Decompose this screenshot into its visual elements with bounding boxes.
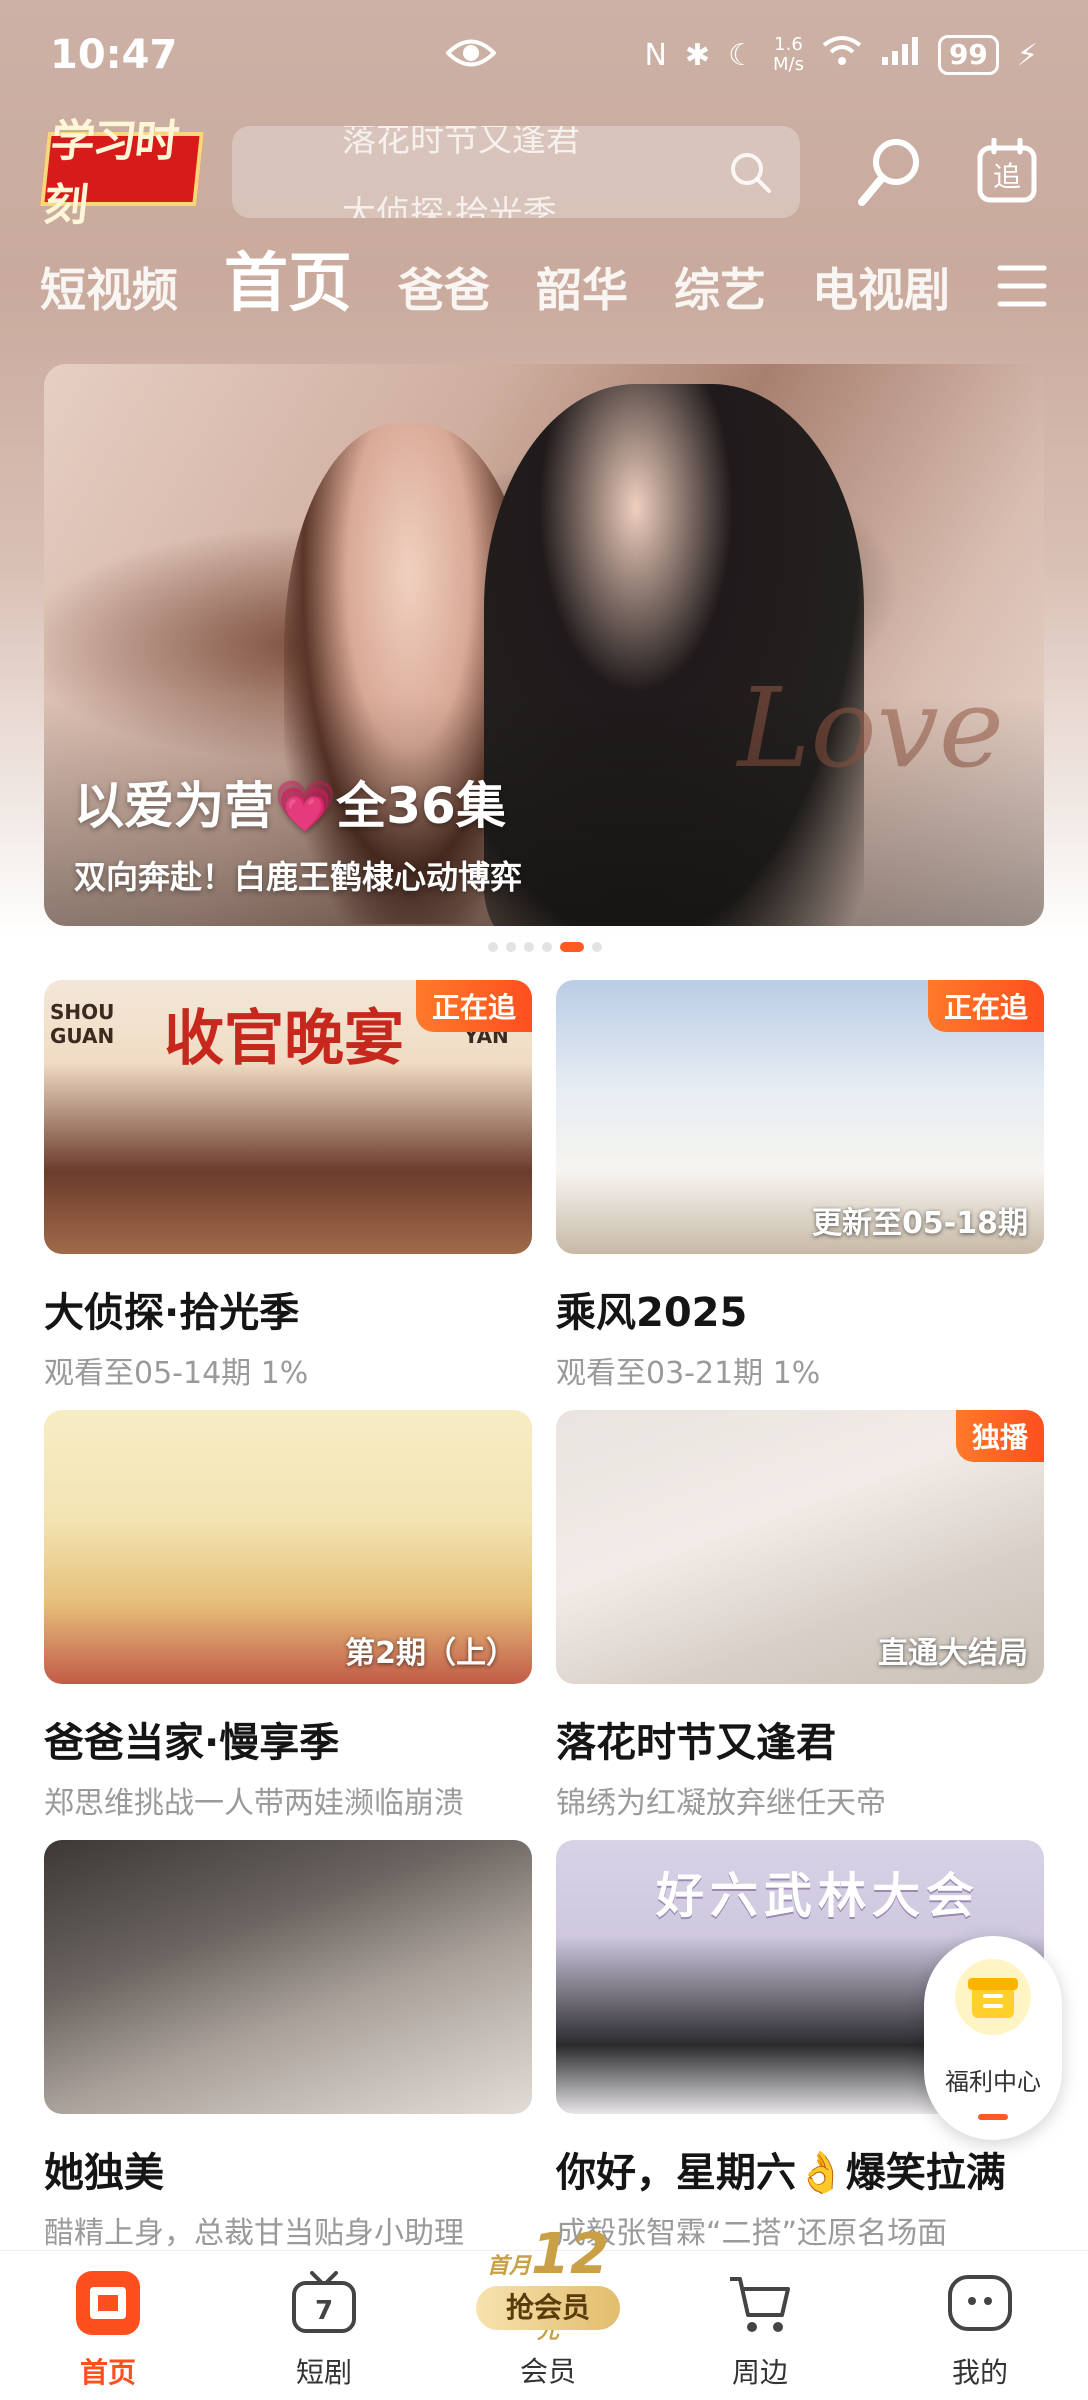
tab-dad[interactable]: 爸爸 [398,250,490,330]
card-title: 她独美 [44,2150,164,2196]
update-label: 更新至05-18期 [812,1206,1028,1241]
nav-mine[interactable]: 我的 [900,2251,1060,2400]
nav-short-drama-label: 短剧 [295,2356,352,2389]
banner-subtitle: 双向奔赴！白鹿王鹤棣心动博弈 [74,858,523,896]
search-icon[interactable] [726,148,774,196]
tab-shaohua[interactable]: 韶华 [536,250,628,330]
tab-short-video[interactable]: 短视频 [40,250,178,330]
battery-indicator: 99 [937,35,999,75]
banner-title-episodes: 全36集 [336,777,506,835]
carousel-dot [506,942,516,952]
hero-banner[interactable]: Love 以爱为营💗全36集 双向奔赴！白鹿王鹤棣心动博弈 [44,364,1044,926]
moon-icon: ☾ [728,37,755,73]
content-card[interactable]: 第2期（上） 爸爸当家·慢享季 郑思维挑战一人带两娃濒临崩溃 [44,1410,532,1822]
nav-vip-label[interactable]: 会员 [468,2350,628,2390]
nav-nearby[interactable]: 周边 [680,2251,840,2400]
card-title: 你好，星期六👌爆笑拉满 [556,2150,1006,2196]
network-speed-unit: M/s [772,54,804,75]
wifi-icon [822,35,862,75]
card-subtitle: 观看至05-14期 1% [44,1356,309,1391]
nav-home-label: 首页 [79,2356,136,2389]
status-badge: 正在追 [415,980,532,1032]
card-subtitle: 观看至03-21期 1% [556,1356,821,1391]
menu-icon[interactable] [996,262,1048,310]
status-bar: 10:47 N ✱ ☾ 1.6 M/s 99 ⚡ [0,0,1088,110]
vip-cta: 抢会员 [476,2286,620,2330]
vip-prefix: 首月 [487,2254,532,2279]
poster-title: 好六武林大会 [656,1868,981,1924]
welfare-center-label: 福利中心 [945,2068,1041,2096]
app-logo[interactable]: 学习时刻 [40,116,204,231]
follow-list-icon[interactable]: 追 [976,138,1038,204]
card-subtitle: 醋精上身，总裁甘当贴身小助理 [44,2216,464,2251]
exclusive-badge: 独播 [955,1410,1044,1462]
tab-variety[interactable]: 综艺 [674,250,766,330]
carousel-dot [542,942,552,952]
status-time: 10:47 [50,32,178,78]
card-thumbnail: 独播 直通大结局 [556,1410,1044,1684]
card-title: 乘风2025 [556,1290,748,1336]
status-icons: N ✱ ☾ 1.6 M/s 99 ⚡ [644,35,1038,75]
shopping-cart-icon [730,2277,790,2332]
charging-icon: ⚡ [1016,37,1038,73]
banner-title: 以爱为营💗全36集 [74,766,506,838]
vip-promo-button[interactable]: 首月12元 抢会员 [468,2222,628,2344]
nav-home[interactable]: 首页 [28,2251,188,2400]
poster-title: 收官晚宴 [164,1004,404,1074]
channel-tabs: 短视频 首页 爸爸 韶华 综艺 电视剧 [40,247,1088,330]
nav-mine-label: 我的 [951,2356,1008,2389]
welfare-indicator [978,2114,1008,2120]
content-card[interactable]: 正在追 更新至05-18期 乘风2025 观看至03-21期 1% [556,980,1044,1392]
content-card[interactable]: SHOU GUAN 收官晚宴 YAN 正在追 大侦探·拾光季 观看至05-14期… [44,980,532,1392]
nav-short-drama[interactable]: 7 短剧 [244,2251,404,2400]
discover-icon[interactable] [856,136,922,208]
card-thumbnail: 正在追 更新至05-18期 [556,980,1044,1254]
welfare-center-button[interactable]: 福利中心 [924,1936,1062,2140]
tab-tv-series[interactable]: 电视剧 [812,250,950,330]
card-title: 爸爸当家·慢享季 [44,1720,340,1766]
vip-price-value: 12 [531,2222,609,2287]
carousel-dot [592,942,602,952]
svg-text:追: 追 [993,160,1021,193]
card-thumbnail [44,1840,532,2114]
card-subtitle: 郑思维挑战一人带两娃濒临崩溃 [44,1786,464,1821]
update-label: 直通大结局 [878,1636,1028,1671]
home-icon [76,2271,140,2335]
card-thumbnail: SHOU GUAN 收官晚宴 YAN 正在追 [44,980,532,1254]
card-subtitle: 锦绣为红凝放弃继任天帝 [556,1786,886,1821]
search-suggestion-current: 大侦探·拾光季 [342,194,557,218]
profile-icon [948,2275,1012,2331]
network-speed: 1.6 M/s [773,35,804,75]
nav-nearby-label: 周边 [731,2356,788,2389]
svg-text:7: 7 [315,2296,333,2326]
nfc-icon: N [644,37,667,73]
heart-icon: 💗 [274,777,337,835]
status-badge: 正在追 [927,980,1044,1032]
carousel-dot [524,942,534,952]
search-suggestion-prev: 落花时节又逢君 [342,126,580,160]
card-thumbnail: 第2期（上） [44,1410,532,1684]
card-subtitle: 成毅张智霖“二搭”还原名场面 [556,2216,948,2251]
gift-box-icon [955,1959,1031,2035]
episode-label: 第2期（上） [345,1636,516,1671]
eye-icon [446,39,496,67]
content-card[interactable]: 她独美 醋精上身，总裁甘当贴身小助理 [44,1840,532,2252]
card-title: 落花时节又逢君 [556,1720,836,1766]
signal-icon [880,35,920,75]
bluetooth-icon: ✱ [684,37,711,73]
carousel-dot-active [560,942,584,952]
network-speed-value: 1.6 [774,34,803,55]
content-card[interactable]: 独播 直通大结局 落花时节又逢君 锦绣为红凝放弃继任天帝 [556,1410,1044,1822]
poster-en-left: SHOU GUAN [50,1000,115,1048]
banner-title-main: 以爱为营 [74,777,274,835]
search-bar[interactable]: 落花时节又逢君 大侦探·拾光季 [232,126,800,218]
tv-icon: 7 [292,2271,356,2333]
tab-home[interactable]: 首页 [224,244,352,324]
carousel-indicator [488,942,602,952]
carousel-dot [488,942,498,952]
card-title: 大侦探·拾光季 [44,1290,300,1336]
